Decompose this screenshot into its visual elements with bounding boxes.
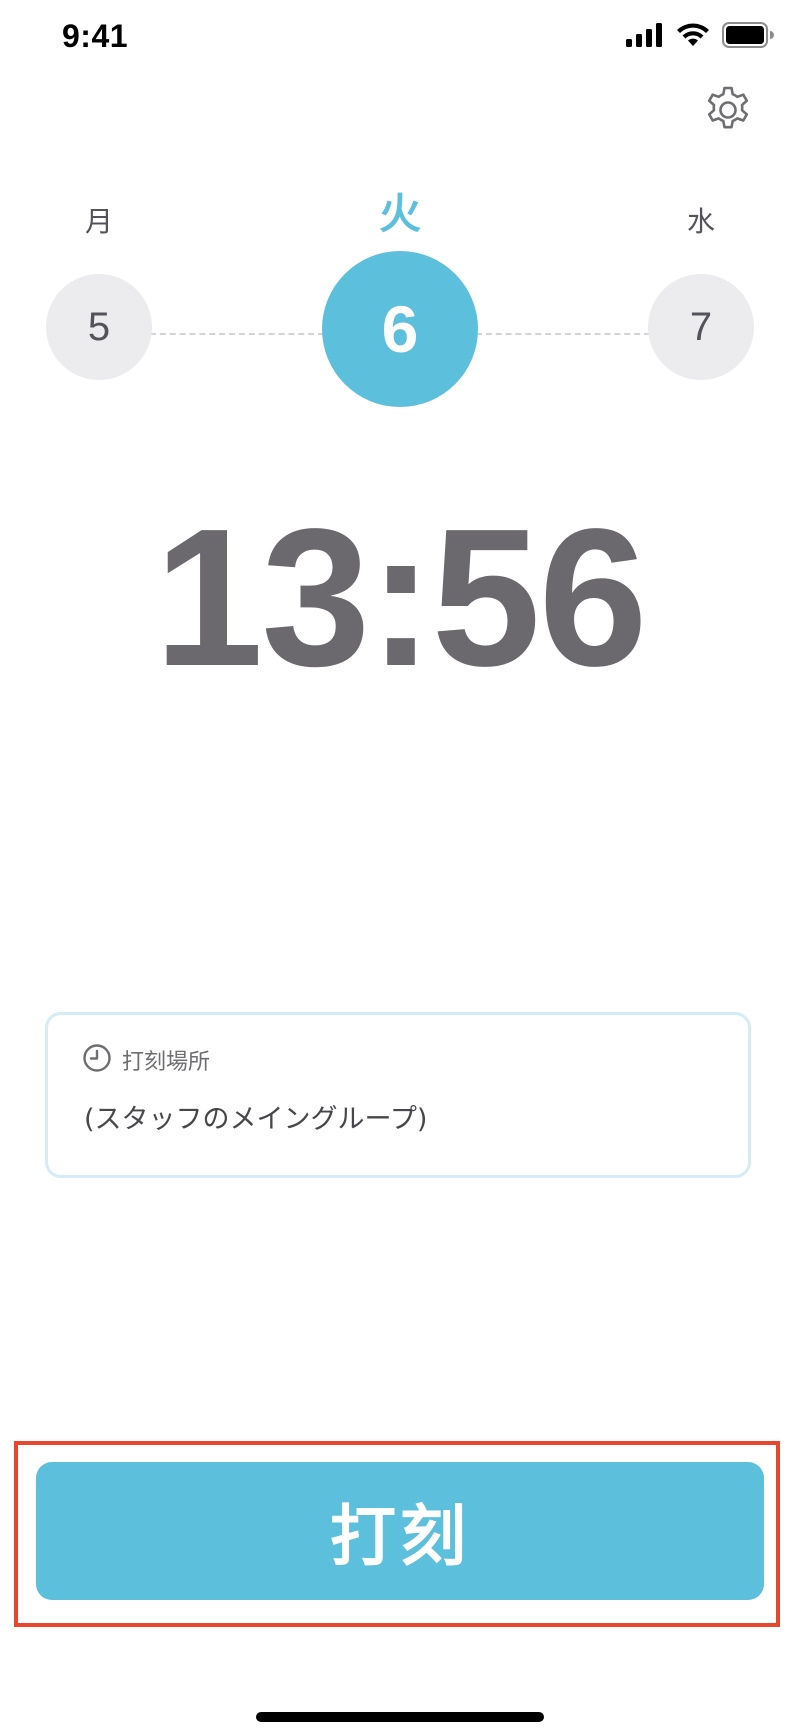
location-value: (スタッフのメイングループ) (84, 1104, 428, 1135)
settings-button[interactable] (700, 84, 756, 140)
home-indicator[interactable] (256, 1712, 544, 1722)
day-circle-7[interactable]: 7 (648, 274, 754, 380)
clock-icon (82, 1043, 112, 1077)
gear-icon (701, 83, 755, 141)
day-connector (150, 333, 324, 335)
weekday-label-wed: 水 (686, 205, 715, 238)
battery-icon (722, 22, 774, 52)
wifi-icon (676, 22, 710, 52)
location-header: 打刻場所 (82, 1043, 210, 1077)
day-connector (476, 333, 650, 335)
current-time: 13:56 (154, 488, 647, 707)
weekday-label-tue: 火 (378, 189, 421, 238)
day-selector: 月 火 水 5 6 7 (0, 180, 800, 420)
day-circle-6-selected[interactable]: 6 (322, 251, 478, 407)
status-bar: 9:41 (0, 0, 800, 80)
status-time: 9:41 (62, 18, 129, 54)
punch-button[interactable]: 打刻 (36, 1462, 764, 1600)
location-title: 打刻場所 (122, 1050, 211, 1075)
punch-location-card[interactable]: 打刻場所 (スタッフのメイングループ) (45, 1012, 751, 1178)
weekday-label-mon: 月 (84, 205, 113, 238)
day-circle-5[interactable]: 5 (46, 274, 152, 380)
status-icons (626, 22, 774, 52)
cellular-signal-icon (626, 23, 664, 51)
